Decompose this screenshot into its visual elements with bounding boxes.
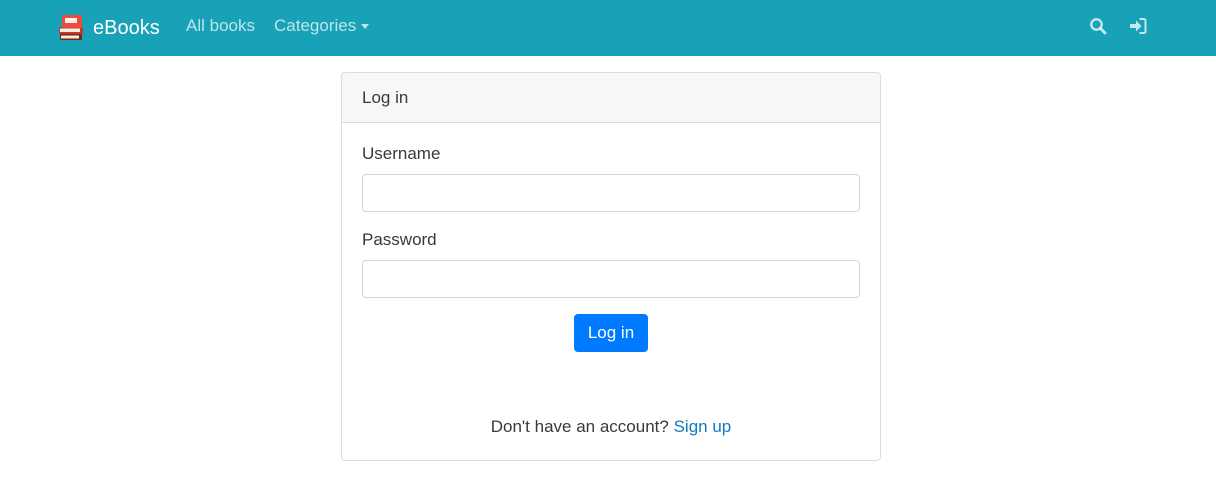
nav-categories-label: Categories [274, 16, 357, 35]
caret-down-icon [361, 24, 370, 29]
login-card: Log in Username Password Log in Don't ha… [341, 72, 881, 461]
brand-name: eBooks [93, 17, 160, 39]
password-input[interactable] [362, 260, 860, 298]
signup-row: Don't have an account? Sign up [342, 417, 880, 437]
nav-categories-dropdown[interactable]: Categories [274, 16, 370, 36]
username-input[interactable] [362, 174, 860, 212]
brand-link[interactable]: eBooks [56, 12, 160, 44]
password-label: Password [362, 230, 437, 249]
login-submit-button[interactable]: Log in [574, 314, 648, 352]
username-label: Username [362, 144, 441, 163]
book-stack-icon [59, 15, 83, 40]
login-card-title: Log in [342, 73, 880, 123]
search-icon[interactable] [1089, 17, 1107, 35]
top-navbar: eBooks All books Categories [0, 0, 1216, 56]
signup-link[interactable]: Sign up [674, 417, 732, 436]
signup-prompt: Don't have an account? [490, 417, 669, 436]
sign-in-icon[interactable] [1129, 17, 1147, 35]
nav-all-books[interactable]: All books [186, 16, 255, 36]
